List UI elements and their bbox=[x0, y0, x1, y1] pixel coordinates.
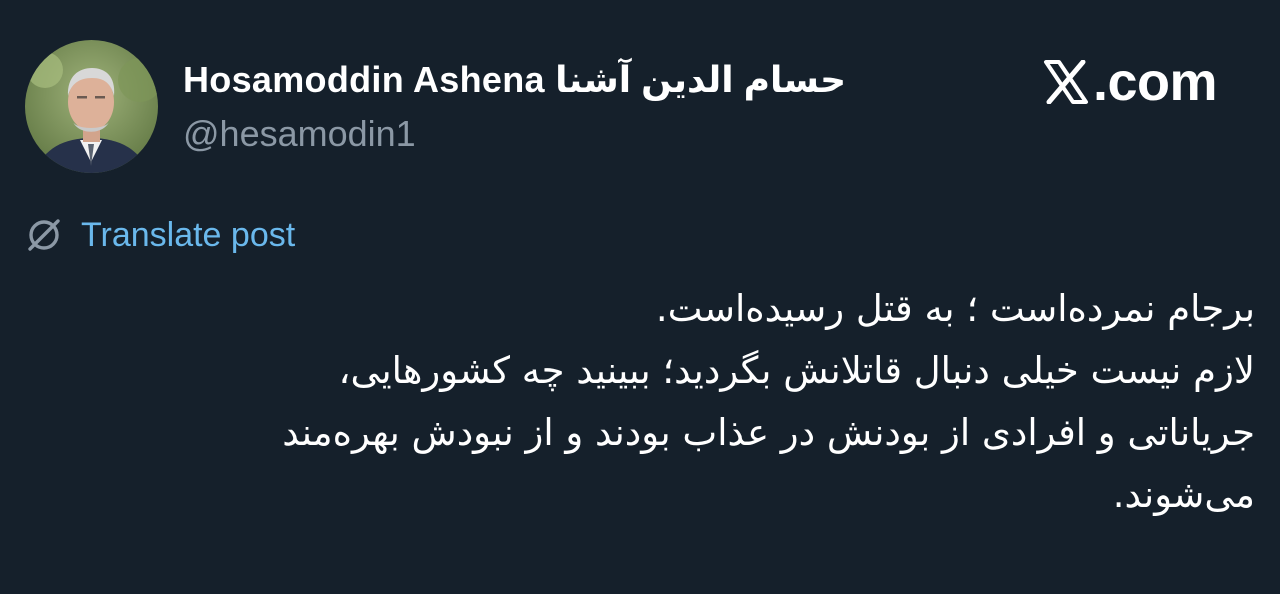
site-brand: .com bbox=[1043, 52, 1218, 112]
globe-slash-icon bbox=[28, 219, 60, 251]
translate-post-button[interactable]: Translate post bbox=[25, 213, 295, 257]
x-logo-icon bbox=[1044, 60, 1088, 104]
site-brand-text: .com bbox=[1093, 52, 1218, 112]
profile-photo bbox=[25, 40, 158, 173]
translate-post-label: Translate post bbox=[81, 216, 296, 254]
tweet-text-line: می‌شوند. bbox=[1112, 473, 1255, 516]
author-display-name[interactable]: Hosamoddin Ashena حسام الدین آشنا bbox=[183, 58, 846, 102]
author-handle[interactable]: @hesamodin1 bbox=[183, 112, 416, 156]
tweet-text: برجام نمرده‌است ؛ به قتل رسیده‌است. لازم… bbox=[25, 278, 1255, 526]
tweet-text-line: برجام نمرده‌است ؛ به قتل رسیده‌است. bbox=[655, 287, 1255, 330]
tweet-text-line: جریاناتی و افرادی از بودنش در عذاب بودند… bbox=[282, 411, 1255, 454]
avatar[interactable] bbox=[25, 40, 158, 173]
tweet-text-line: لازم نیست خیلی دنبال قاتلانش بگردید؛ ببی… bbox=[338, 349, 1255, 392]
